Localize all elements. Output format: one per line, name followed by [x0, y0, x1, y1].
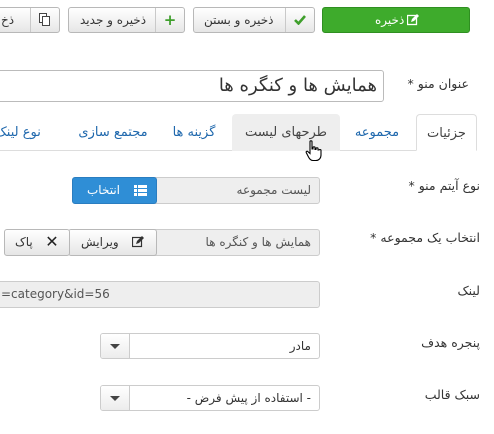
title-label: عنوان منو *	[408, 76, 469, 91]
required-mark: *	[370, 230, 377, 245]
required-mark: *	[407, 76, 414, 91]
template-style-label-text: سبک قالب	[424, 387, 480, 402]
divider	[30, 8, 31, 32]
target-window-select[interactable]: مادر	[100, 333, 320, 359]
list-icon	[127, 178, 153, 203]
tab-category[interactable]: مجموعه	[346, 114, 408, 151]
select-menu-type-button[interactable]: انتخاب	[72, 177, 157, 204]
save-new-label: ذخیره و جدید	[80, 13, 147, 27]
save-close-label: ذخیره و بستن	[204, 13, 274, 27]
edit-icon	[403, 8, 423, 32]
template-style-select[interactable]: - استفاده از پیش فرض -	[100, 385, 320, 411]
tab-details-label: جزئیات	[427, 126, 466, 141]
link-label: لینک	[457, 283, 480, 298]
select-label: انتخاب	[87, 183, 120, 197]
save-button[interactable]: ذخیره	[322, 7, 470, 33]
menu-item-type-value: لیست مجموعه	[236, 183, 311, 197]
edit-icon	[125, 230, 151, 255]
category-value: همایش ها و کنگره ها	[205, 235, 311, 249]
dropdown-toggle[interactable]	[101, 386, 130, 410]
required-mark: *	[408, 178, 415, 193]
clear-category-button[interactable]: پاک ✕	[4, 229, 70, 256]
dropdown-toggle[interactable]	[101, 334, 130, 358]
menu-item-type-field: لیست مجموعه	[150, 177, 320, 204]
save-new-button[interactable]: ذخیره و جدید +	[68, 7, 185, 33]
tab-options-label: گزینه ها	[172, 125, 216, 140]
tab-details[interactable]: جزئیات	[416, 114, 477, 151]
target-window-label-text: پنجره هدف	[421, 335, 480, 350]
save-copy-button[interactable]: ذخ	[0, 7, 60, 33]
target-window-label: پنجره هدف	[421, 335, 480, 350]
tab-list-layouts-label: طرحهای لیست	[244, 125, 328, 140]
edit-category-button[interactable]: ویرایش	[68, 229, 157, 256]
tab-integration[interactable]: مجتمع سازی	[68, 114, 158, 151]
menu-item-type-label-text: نوع آیتم منو	[418, 178, 480, 193]
tab-link-type[interactable]: نوع لینک	[0, 114, 50, 151]
menu-title-input[interactable]: همایش ها و کنگره ها	[0, 70, 384, 102]
divider	[285, 8, 286, 32]
clear-label: پاک	[15, 235, 33, 249]
save-label: ذخیره	[375, 13, 405, 27]
copy-icon	[32, 8, 58, 32]
caret-down-icon	[110, 344, 120, 349]
link-label-text: لینک	[457, 283, 480, 298]
plus-icon: +	[163, 11, 177, 29]
category-select-label-text: انتخاب یک مجموعه	[380, 230, 480, 245]
template-style-label: سبک قالب	[425, 387, 480, 402]
save-close-button[interactable]: ذخیره و بستن	[193, 7, 315, 33]
save-copy-label: ذخ	[1, 13, 15, 27]
check-icon	[287, 8, 313, 32]
divider	[155, 8, 156, 32]
tab-list-layouts[interactable]: طرحهای لیست	[232, 114, 340, 151]
caret-down-icon	[110, 396, 120, 401]
hand-cursor-icon	[305, 140, 323, 162]
close-icon: ✕	[45, 232, 59, 251]
title-label-text: عنوان منو	[417, 76, 469, 91]
category-field: همایش ها و کنگره ها	[150, 229, 320, 256]
tab-category-label: مجموعه	[354, 125, 400, 140]
tab-integration-label: مجتمع سازی	[78, 125, 148, 140]
tab-options[interactable]: گزینه ها	[165, 114, 223, 151]
category-select-label: انتخاب یک مجموعه *	[370, 230, 480, 245]
link-value: =category&id=56	[1, 287, 110, 301]
link-field: =category&id=56	[0, 281, 320, 308]
target-window-value: مادر	[289, 339, 311, 353]
menu-item-type-label: نوع آیتم منو *	[408, 178, 480, 193]
template-style-value: - استفاده از پیش فرض -	[186, 391, 311, 405]
tab-link-type-label: نوع لینک	[0, 125, 41, 140]
edit-label: ویرایش	[81, 235, 119, 249]
menu-title-value: همایش ها و کنگره ها	[218, 75, 377, 96]
